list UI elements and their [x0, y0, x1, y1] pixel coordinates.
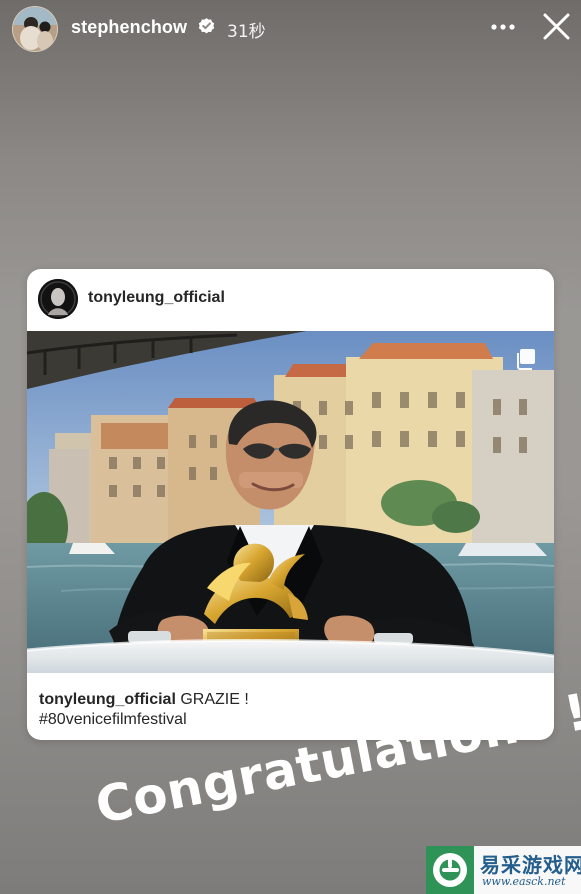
story-username[interactable]: stephenchow: [71, 17, 187, 38]
post-photo[interactable]: [27, 331, 554, 673]
post-avatar-photo: [38, 279, 78, 319]
story-header: stephenchow 31秒: [0, 0, 581, 60]
venice-award-photo: [27, 331, 554, 673]
story-avatar[interactable]: [12, 6, 58, 52]
post-header: tonyleung_official: [27, 269, 554, 329]
watermark-title: 易采游戏网: [480, 853, 581, 877]
caption-username[interactable]: tonyleung_official: [39, 691, 176, 708]
post-username[interactable]: tonyleung_official: [88, 289, 225, 307]
story-timestamp: 31秒: [227, 22, 266, 42]
site-watermark: 易采游戏网 www.easck.net: [426, 846, 581, 894]
site-logo-icon: [426, 846, 474, 894]
more-horizontal-icon[interactable]: [488, 16, 518, 38]
close-icon[interactable]: [541, 11, 572, 42]
watermark-url: www.easck.net: [482, 875, 566, 888]
verified-icon: [198, 18, 215, 34]
post-avatar[interactable]: [38, 279, 78, 319]
carousel-icon: [517, 349, 535, 370]
story-avatar-photo: [13, 7, 57, 51]
